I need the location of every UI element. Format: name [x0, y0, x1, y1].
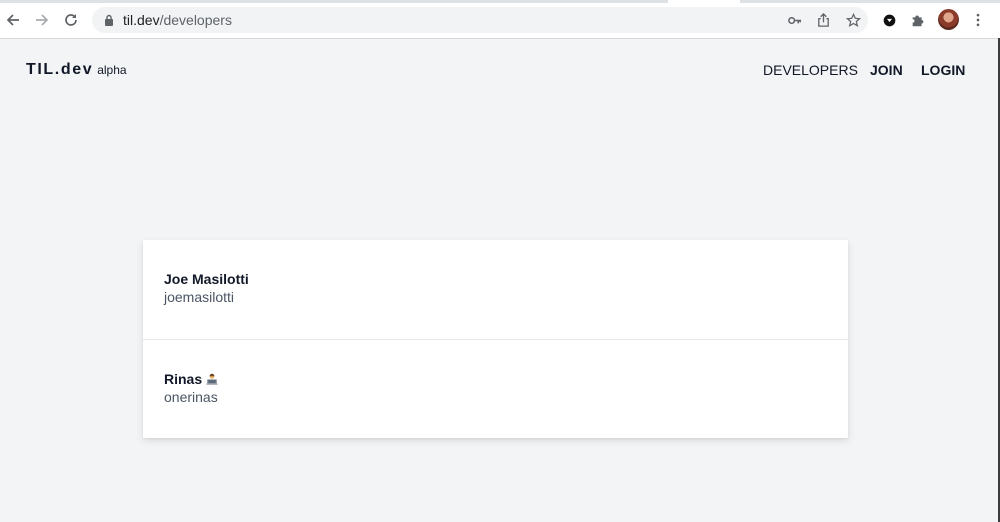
back-button[interactable]: [2, 9, 24, 31]
browser-menu-button[interactable]: [969, 11, 987, 29]
kebab-menu-icon: [976, 13, 980, 27]
nav-login[interactable]: LOGIN: [921, 62, 965, 78]
share-icon: [817, 12, 829, 27]
developers-list: Joe Masilotti joemasilotti Rinas onerina…: [143, 240, 848, 438]
developer-handle: joemasilotti: [164, 289, 235, 305]
arrow-right-icon: [36, 14, 49, 26]
reload-icon: [65, 14, 77, 26]
nav-join[interactable]: JOIN: [870, 62, 903, 78]
tab-strip: [0, 0, 1000, 3]
technologist-emoji-icon: [206, 373, 218, 385]
bookmark-star-button[interactable]: [845, 12, 861, 28]
profile-avatar[interactable]: [938, 9, 959, 30]
site-header: TIL.dev alpha DEVELOPERS JOIN LOGIN: [0, 39, 998, 99]
developer-name: Rinas: [164, 371, 203, 387]
site-logo[interactable]: TIL.dev: [26, 61, 93, 78]
url-path: /developers: [159, 12, 232, 28]
active-tab[interactable]: [668, 0, 740, 3]
dark-circle-extension-icon: [883, 14, 895, 26]
url-host: til.dev: [123, 12, 160, 28]
reload-button[interactable]: [60, 9, 82, 31]
share-button[interactable]: [815, 12, 831, 28]
address-bar[interactable]: til.dev/developers: [92, 7, 868, 33]
developer-name: Joe Masilotti: [164, 271, 249, 287]
developer-name-with-icon: Rinas: [164, 371, 218, 387]
key-icon: [787, 16, 801, 24]
extensions-menu-button[interactable]: [909, 11, 927, 29]
extension-button[interactable]: [880, 11, 898, 29]
alpha-tag: alpha: [97, 63, 127, 77]
browser-toolbar: til.dev/developers: [0, 0, 1000, 39]
brand[interactable]: TIL.dev alpha: [26, 61, 127, 79]
developer-row[interactable]: Joe Masilotti joemasilotti: [143, 240, 848, 340]
star-icon: [845, 12, 861, 27]
nav-developers[interactable]: DEVELOPERS: [763, 62, 858, 78]
arrow-left-icon: [6, 14, 19, 26]
puzzle-icon: [912, 15, 924, 27]
lock-icon: [105, 14, 113, 26]
password-key-button[interactable]: [786, 12, 802, 28]
developer-handle: onerinas: [164, 389, 218, 405]
forward-button[interactable]: [31, 9, 53, 31]
url-text[interactable]: til.dev/developers: [123, 12, 232, 28]
developer-row[interactable]: Rinas onerinas: [143, 340, 848, 438]
